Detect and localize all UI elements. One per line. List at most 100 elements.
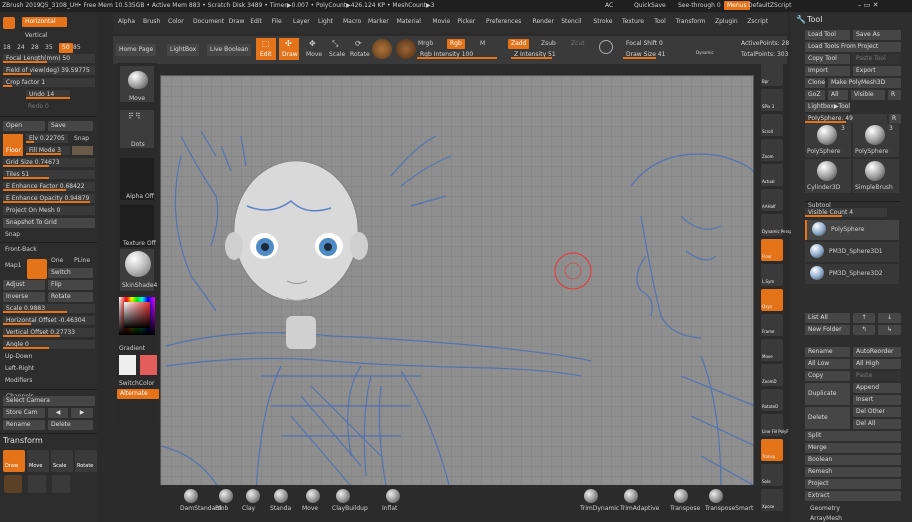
snapshot-icon[interactable] xyxy=(52,475,70,493)
tool-thumb-cylinder3d[interactable]: Cylinder3D xyxy=(805,159,851,193)
transform-scale-button[interactable]: Scale xyxy=(51,450,73,472)
horizontal-offset-slider[interactable]: Horizontal Offset -0.46304 xyxy=(3,316,95,325)
floor-button[interactable]: Floor xyxy=(3,134,23,156)
dynamic-button[interactable]: Dynamic xyxy=(696,48,714,57)
draw-button[interactable]: Draw ✣ xyxy=(279,38,299,60)
focal-preset-24[interactable]: 24 xyxy=(17,43,25,52)
focal-shift-slider[interactable]: Focal Shift 0 xyxy=(623,39,717,48)
gradient-button[interactable]: Gradient xyxy=(119,344,145,353)
project-button[interactable]: Project xyxy=(805,479,901,489)
main-color-swatch[interactable] xyxy=(119,355,136,375)
edit-button[interactable]: Edit ⬚ xyxy=(256,38,276,60)
rtool-scroll[interactable]: Scroll xyxy=(761,114,783,136)
delete-camera-button[interactable]: Delete xyxy=(48,420,93,430)
list-all-button[interactable]: List All xyxy=(805,313,850,323)
home-page-button[interactable]: Home Page xyxy=(116,44,157,56)
clone-button[interactable]: Clone xyxy=(805,78,825,88)
scale-slider[interactable]: Scale 0.9883 xyxy=(3,304,95,313)
menu-transform[interactable]: Transform xyxy=(676,17,706,26)
lightbox-button[interactable]: LightBox xyxy=(167,44,200,56)
stroke-sphere-icon[interactable] xyxy=(396,39,416,59)
undo-slider[interactable]: Undo 14 xyxy=(26,90,70,99)
rename-camera-button[interactable]: Rename xyxy=(3,420,45,430)
menu-movie[interactable]: Movie xyxy=(432,17,450,26)
modifiers-button[interactable]: Modifiers xyxy=(5,376,32,385)
zsub-button[interactable]: Zsub xyxy=(541,39,556,48)
brush-clay-icon[interactable] xyxy=(246,489,260,503)
seethrough-slider[interactable]: See-through 0 xyxy=(678,1,721,10)
switchcolor-button[interactable]: SwitchColor xyxy=(119,379,155,388)
rtool-l-sym[interactable]: L.Sym xyxy=(761,264,783,286)
rotate-button[interactable]: Rotate ⟳ xyxy=(349,38,370,60)
paste-tool-button[interactable]: Paste Tool xyxy=(853,54,901,64)
menus-button[interactable]: Menus xyxy=(724,1,750,10)
menu-edit[interactable]: Edit xyxy=(250,17,262,26)
tool-title[interactable]: Tool xyxy=(807,15,823,24)
rtool-zoom[interactable]: Zoom xyxy=(761,139,783,161)
vertical-button[interactable]: Vertical xyxy=(25,31,47,40)
rgb-intensity-slider[interactable]: Rgb Intensity 100 xyxy=(417,50,497,59)
brush-transposesmart-icon[interactable] xyxy=(709,489,723,503)
next-camera-button[interactable]: ▶ xyxy=(71,408,93,418)
move-up-button[interactable]: ↑ xyxy=(853,313,875,323)
menu-texture[interactable]: Texture xyxy=(622,17,644,26)
visible-count-slider[interactable]: Visible Count 4 xyxy=(805,208,887,217)
map-thumbnail-icon[interactable] xyxy=(27,259,47,279)
rtool-bpr[interactable]: Bpr xyxy=(761,64,783,86)
vertical-offset-slider[interactable]: Vertical Offset 0.27733 xyxy=(3,328,95,337)
project-on-mesh-slider[interactable]: Project On Mesh 0 xyxy=(3,206,95,215)
snap-toggle[interactable]: Snap xyxy=(5,230,20,239)
crop-factor-slider[interactable]: Crop factor 1 xyxy=(3,78,95,87)
menu-light[interactable]: Light xyxy=(318,17,333,26)
rtool-zoomd[interactable]: ZoomD xyxy=(761,364,783,386)
secondary-color-swatch[interactable] xyxy=(140,355,157,375)
horizontal-button[interactable]: Horizontal xyxy=(22,17,67,27)
move-down-button[interactable]: ↓ xyxy=(878,313,901,323)
enhance-opacity-slider[interactable]: E Enhance Opacity 0.94879 xyxy=(3,194,95,203)
menu-picker[interactable]: Picker xyxy=(457,17,475,26)
adjust-button[interactable]: Adjust xyxy=(3,280,45,290)
menu-macro[interactable]: Macro xyxy=(343,17,361,26)
mrgb-button[interactable]: Mrgb xyxy=(418,39,433,48)
flip-button[interactable]: Flip xyxy=(48,280,93,290)
menu-document[interactable]: Document xyxy=(193,17,224,26)
pline-button[interactable]: PLine xyxy=(74,256,90,265)
rotate-map-button[interactable]: Rotate xyxy=(48,292,93,302)
brush-trimadaptive-icon[interactable] xyxy=(624,489,638,503)
split-button[interactable]: Split xyxy=(805,431,901,441)
rtool-dynamic-persp[interactable]: Dynamic Persp xyxy=(761,214,792,236)
remesh-button[interactable]: Remesh xyxy=(805,467,901,477)
s-size-icon[interactable] xyxy=(599,40,613,54)
move-button[interactable]: Move ✥ xyxy=(303,38,323,60)
enhance-factor-slider[interactable]: E Enhance Factor 0.68422 xyxy=(3,182,95,191)
rtool-transp[interactable]: Transp xyxy=(761,439,783,461)
camera-icon[interactable] xyxy=(3,17,15,29)
load-tools-from-project-button[interactable]: Load Tools From Project xyxy=(805,42,901,52)
rtool-move[interactable]: Move xyxy=(761,339,783,361)
rtool-solo[interactable]: Solo xyxy=(761,464,783,486)
rtool-line-fill-polyf[interactable]: Line Fill PolyF xyxy=(761,414,789,436)
menu-render[interactable]: Render xyxy=(533,17,554,26)
rtool-actual[interactable]: Actual xyxy=(761,164,783,186)
focal-preset-18[interactable]: 18 xyxy=(3,43,11,52)
dots-stroke-icon[interactable]: ⠟⠻ Dots xyxy=(119,109,155,149)
material-tile[interactable]: SkinShade4 xyxy=(119,248,157,292)
focal-preset-85[interactable]: 85 xyxy=(73,43,81,52)
m-button[interactable]: M xyxy=(480,39,485,48)
pivot-icon[interactable] xyxy=(28,475,46,493)
material-sphere-icon[interactable] xyxy=(372,39,392,59)
menu-preferences[interactable]: Preferences xyxy=(486,17,521,26)
autoreorder-button[interactable]: AutoReorder xyxy=(853,347,901,357)
menu-brush[interactable]: Brush xyxy=(143,17,160,26)
alpha-off-tile[interactable]: Alpha Off xyxy=(119,157,155,201)
subtool-item[interactable]: PolySphere xyxy=(805,220,899,240)
folder-up-button[interactable]: ↰ xyxy=(853,325,875,335)
live-boolean-button[interactable]: Live Boolean xyxy=(207,44,252,56)
boolean-button[interactable]: Boolean xyxy=(805,455,901,465)
brush-standa-icon[interactable] xyxy=(274,489,288,503)
brush-damstandard-icon[interactable] xyxy=(184,489,198,503)
zadd-button[interactable]: Zadd xyxy=(508,39,530,49)
new-folder-button[interactable]: New Folder xyxy=(805,325,850,335)
paste-button[interactable]: Paste xyxy=(853,371,901,381)
save-button[interactable]: Save xyxy=(48,121,93,131)
